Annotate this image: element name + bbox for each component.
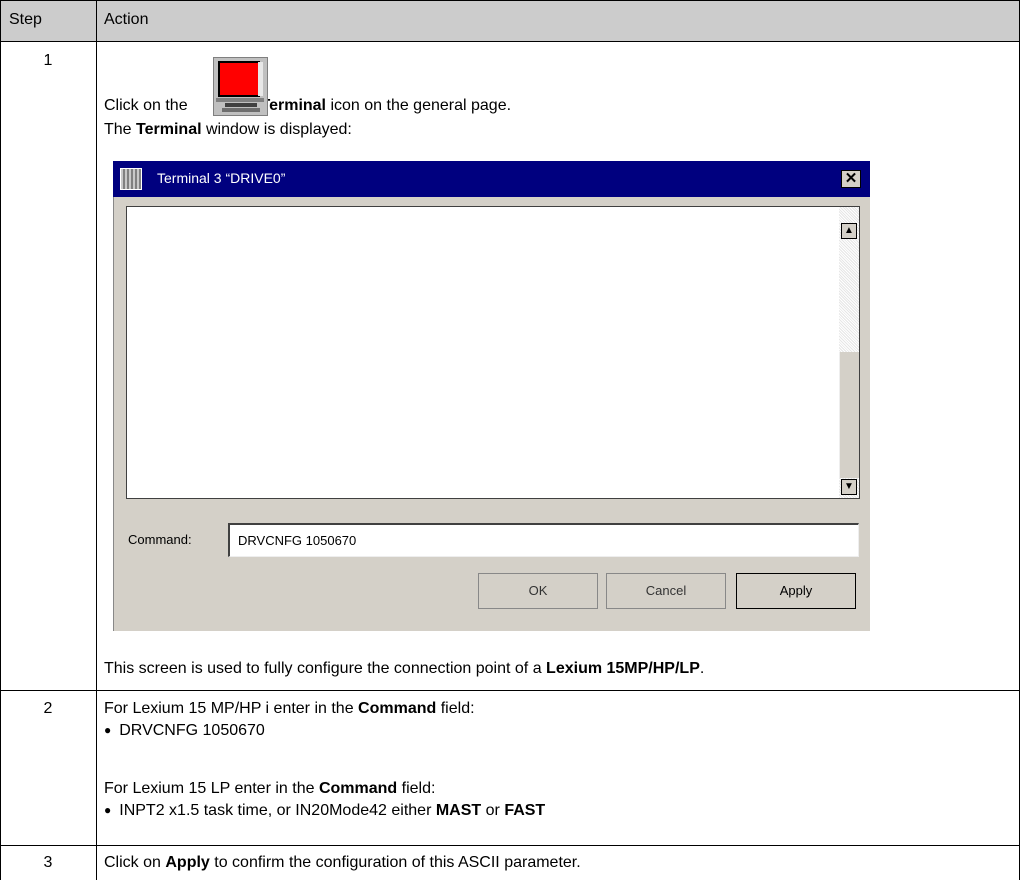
table-divider [0, 41, 1020, 42]
header-action: Action [104, 11, 149, 28]
step-number: 2 [43, 700, 53, 717]
step-number: 3 [43, 854, 53, 871]
table-border [0, 0, 1020, 1]
cancel-button[interactable]: Cancel [606, 573, 726, 609]
terminal-window: Terminal 3 “DRIVE0” ✕ ▲ ▼ Command: OK Ca… [113, 161, 870, 631]
list-item: INPT2 x1.5 task time, or IN20Mode42 eith… [104, 802, 545, 820]
command-label: Command: [128, 532, 192, 547]
window-title: Terminal 3 “DRIVE0” [157, 170, 286, 186]
scroll-up-arrow-icon[interactable]: ▲ [841, 223, 857, 239]
header-step: Step [9, 11, 42, 28]
instruction-line: Click on the Terminal icon on the genera… [104, 97, 512, 114]
table-header [0, 0, 1020, 41]
table-divider [96, 0, 97, 880]
instruction-line: For Lexium 15 LP enter in the Command fi… [104, 780, 436, 797]
table-divider [0, 845, 1020, 846]
terminal-icon[interactable] [213, 57, 268, 116]
step-number: 1 [43, 52, 53, 69]
scrollbar-thumb[interactable] [839, 352, 859, 478]
apply-button[interactable]: Apply [736, 573, 856, 609]
list-item: DRVCNFG 1050670 [104, 722, 265, 740]
bullet-list: INPT2 x1.5 task time, or IN20Mode42 eith… [104, 802, 545, 820]
vertical-scrollbar[interactable]: ▲ ▼ [839, 207, 859, 498]
scroll-down-arrow-icon[interactable]: ▼ [841, 479, 857, 495]
terminal-output-area[interactable]: ▲ ▼ [126, 206, 860, 499]
close-icon[interactable]: ✕ [841, 170, 861, 188]
table-divider [0, 690, 1020, 691]
command-input[interactable] [228, 523, 859, 557]
title-bar[interactable]: Terminal 3 “DRIVE0” ✕ [113, 161, 870, 197]
window-system-icon[interactable] [120, 168, 142, 190]
instruction-line: For Lexium 15 MP/HP i enter in the Comma… [104, 700, 475, 717]
ok-button[interactable]: OK [478, 573, 598, 609]
table-border [0, 0, 1, 880]
bullet-list: DRVCNFG 1050670 [104, 722, 265, 740]
instruction-line: This screen is used to fully configure t… [104, 660, 705, 677]
instruction-line: Click on Apply to confirm the configurat… [104, 854, 581, 871]
dialog-body: ▲ ▼ Command: OK Cancel Apply [113, 197, 870, 631]
instruction-line: The Terminal window is displayed: [104, 121, 352, 138]
